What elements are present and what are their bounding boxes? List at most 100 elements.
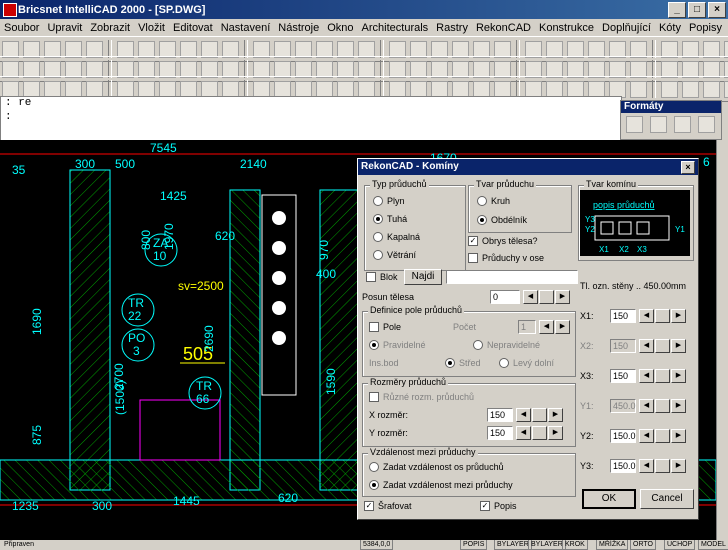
nepravidelne-radio[interactable]: Nepravidelné [473,340,540,350]
posun-left[interactable]: ◀ [523,290,538,304]
tool-icon[interactable] [201,40,218,58]
blok-field[interactable] [446,270,578,284]
tool-icon[interactable] [661,60,678,78]
tool-icon[interactable] [630,60,647,78]
menu-item-2[interactable]: Zobrazit [86,22,134,34]
x-right[interactable]: ▶ [548,408,563,422]
tool-icon[interactable] [431,40,448,58]
menu-item-5[interactable]: Nastavení [217,22,275,34]
tool-icon[interactable] [86,40,103,58]
posun-input[interactable]: 0 [490,290,520,304]
tool-icon[interactable] [410,40,427,58]
spin-button[interactable]: ▶ [671,429,686,443]
vzd-os-radio[interactable]: Zadat vzdálenost os průduchů [369,462,504,472]
tool-icon[interactable] [389,80,406,98]
tool-icon[interactable] [253,80,270,98]
tool-icon[interactable] [452,60,469,78]
tool-icon[interactable] [44,60,61,78]
cancel-button[interactable]: Cancel [640,489,694,509]
ruzne-checkbox[interactable]: Různé rozm. průduchů [369,392,474,402]
tool-icon[interactable] [546,80,563,98]
tool-icon[interactable] [295,60,312,78]
menu-item-9[interactable]: Rastry [432,22,472,34]
tool-icon[interactable] [138,60,155,78]
tool-icon[interactable] [682,60,699,78]
tool-icon[interactable] [44,40,61,58]
tool-icon[interactable] [159,40,176,58]
dialog-close-button[interactable]: × [681,161,695,174]
tool-icon[interactable] [295,40,312,58]
tool-icon[interactable] [431,80,448,98]
tool-icon[interactable] [703,80,720,98]
x-left[interactable]: ◀ [516,408,531,422]
srafovat-checkbox[interactable]: ✓ Šrafovat [364,501,412,511]
tool-icon[interactable] [253,60,270,78]
tool-icon[interactable] [473,80,490,98]
tool-icon[interactable] [525,80,542,98]
maximize-button[interactable]: □ [688,2,706,18]
tool-icon[interactable] [703,60,720,78]
pole-checkbox[interactable]: Pole [369,322,401,332]
menu-item-10[interactable]: RekonCAD [472,22,535,34]
field-input[interactable]: 150 [610,309,636,323]
tvar-obdelnik[interactable]: Obdélník [477,215,527,225]
minimize-button[interactable]: _ [668,2,686,18]
posun-mid[interactable] [539,290,554,304]
tool-icon[interactable] [588,40,605,58]
y-mid[interactable] [532,426,547,440]
tool-icon[interactable] [201,80,218,98]
format-button-3[interactable] [674,116,691,133]
tvar-kruh[interactable]: Kruh [477,196,510,206]
spin-button[interactable] [655,309,670,323]
tool-icon[interactable] [2,40,19,58]
vzd-mezi-radio[interactable]: Zadat vzdálenost mezi průduchy [369,480,513,490]
tool-icon[interactable] [337,60,354,78]
tool-icon[interactable] [546,60,563,78]
pravidelne-radio[interactable]: Pravidelné [369,340,426,350]
menu-item-4[interactable]: Editovat [169,22,217,34]
field-input[interactable]: 450.0 [610,399,636,413]
spin-button[interactable] [655,459,670,473]
typ-tuha[interactable]: Tuhá [373,214,407,224]
tool-icon[interactable] [546,40,563,58]
tool-icon[interactable] [86,60,103,78]
tool-icon[interactable] [180,80,197,98]
tool-icon[interactable] [274,40,291,58]
tool-icon[interactable] [724,80,728,98]
field-input[interactable]: 150 [610,369,636,383]
menu-item-12[interactable]: Doplňující [598,22,655,34]
tool-icon[interactable] [494,60,511,78]
spin-button[interactable]: ▶ [671,339,686,353]
tool-icon[interactable] [630,80,647,98]
spin-button[interactable] [655,399,670,413]
obrys-checkbox[interactable]: ✓ Obrys tělesa? [468,236,538,246]
tool-icon[interactable] [222,80,239,98]
tool-icon[interactable] [337,80,354,98]
tool-icon[interactable] [222,60,239,78]
tool-icon[interactable] [117,80,134,98]
tool-icon[interactable] [138,80,155,98]
spin-button[interactable]: ◀ [639,309,654,323]
tool-icon[interactable] [630,40,647,58]
spin-button[interactable]: ▶ [671,309,686,323]
tool-icon[interactable] [410,80,427,98]
y-right[interactable]: ▶ [548,426,563,440]
tool-icon[interactable] [274,60,291,78]
command-line[interactable]: : re : [0,96,622,142]
pocet-right[interactable]: ▶ [555,320,570,334]
tool-icon[interactable] [661,40,678,58]
format-button-4[interactable] [698,116,715,133]
menu-item-3[interactable]: Vložit [134,22,169,34]
popis-checkbox[interactable]: ✓ Popis [480,501,517,511]
tool-icon[interactable] [452,80,469,98]
tool-icon[interactable] [431,60,448,78]
format-button-1[interactable] [626,116,643,133]
menu-item-1[interactable]: Upravit [43,22,86,34]
tool-icon[interactable] [452,40,469,58]
blok-checkbox[interactable]: Blok [366,272,398,282]
tool-icon[interactable] [567,80,584,98]
tool-icon[interactable] [44,80,61,98]
tool-icon[interactable] [473,60,490,78]
x-rozmer-input[interactable]: 150 [487,408,513,422]
tool-icon[interactable] [494,80,511,98]
